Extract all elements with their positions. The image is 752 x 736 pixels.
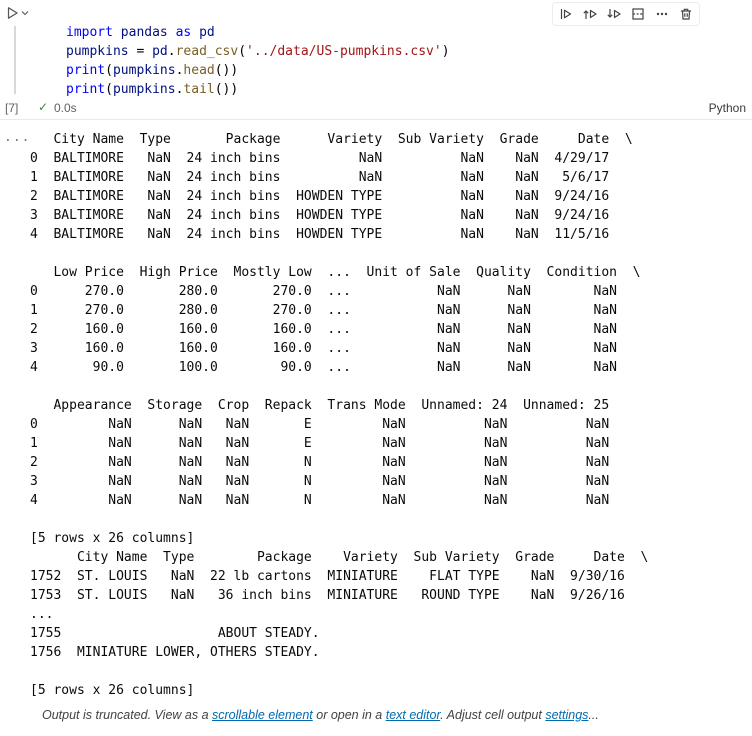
execute-above-button[interactable] <box>579 4 601 24</box>
output-options-button[interactable]: ... <box>4 130 30 145</box>
truncation-message: Output is truncated. View as a scrollabl… <box>42 708 599 722</box>
code-line: import pandas as pd <box>66 25 215 40</box>
execute-above-icon <box>583 9 597 19</box>
execution-count: [7] <box>5 101 19 115</box>
truncation-text: Output is truncated. View as a <box>42 708 213 722</box>
output-text: City Name Type Package Variety Sub Varie… <box>30 132 649 698</box>
success-check-icon: ✓ <box>38 100 49 114</box>
run-by-line-button[interactable] <box>555 4 577 24</box>
split-cell-icon <box>632 8 644 20</box>
truncation-text: ... <box>588 708 599 722</box>
execution-status-row: [7] ✓ 0.0s Python <box>0 97 752 120</box>
run-cell-button[interactable] <box>4 3 34 23</box>
language-indicator[interactable]: Python <box>709 101 746 115</box>
scrollable-element-link[interactable]: scrollable element <box>212 708 313 722</box>
chevron-down-icon <box>21 11 29 16</box>
code-line: pumpkins = pd.read_csv('../data/US-pumpk… <box>66 44 450 59</box>
code-line: print(pumpkins.head()) <box>66 63 239 78</box>
cell-focus-bar <box>14 26 16 94</box>
delete-icon <box>681 8 691 20</box>
settings-link[interactable]: settings <box>545 708 588 722</box>
execution-time: 0.0s <box>54 101 77 115</box>
split-cell-button[interactable] <box>627 4 649 24</box>
more-actions-button[interactable] <box>651 4 673 24</box>
more-actions-icon <box>656 12 668 16</box>
code-editor[interactable]: import pandas as pd pumpkins = pd.read_cs… <box>66 23 732 99</box>
execute-below-icon <box>607 9 621 19</box>
run-by-line-icon <box>560 9 572 19</box>
text-editor-link[interactable]: text editor <box>386 708 440 722</box>
play-icon <box>7 7 18 19</box>
execute-below-button[interactable] <box>603 4 625 24</box>
truncation-text: or open in a <box>312 708 386 722</box>
delete-cell-button[interactable] <box>675 4 697 24</box>
truncation-text: . Adjust cell output <box>440 708 546 722</box>
